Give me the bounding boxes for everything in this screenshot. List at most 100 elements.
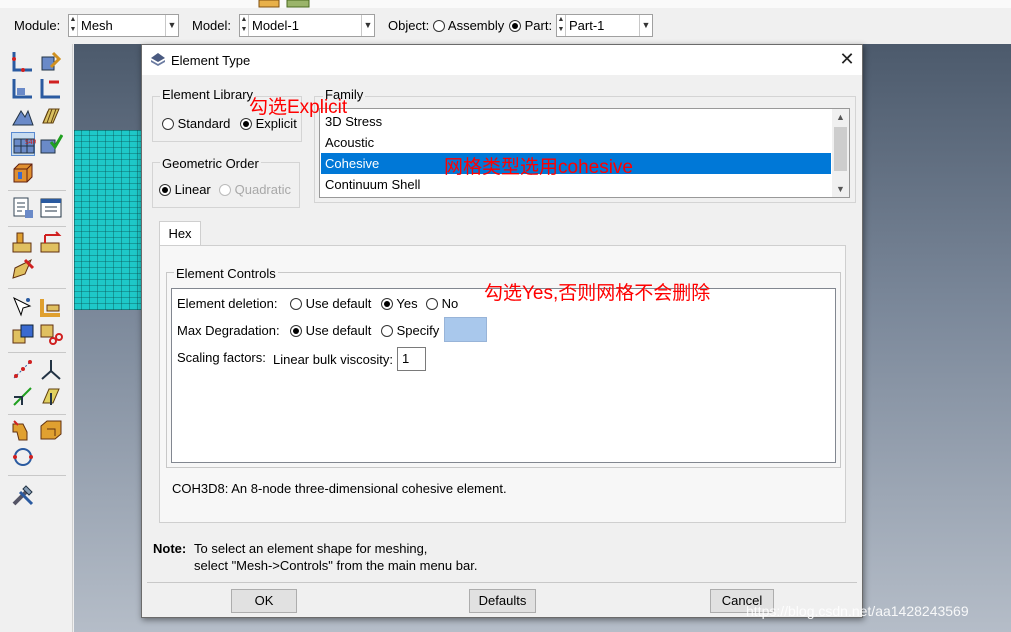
toolbar-icon[interactable]: [258, 0, 280, 8]
edit-mesh-icon[interactable]: [39, 231, 63, 255]
max-degradation-label: Max Degradation:: [177, 323, 280, 338]
mesh-table-icon[interactable]: [39, 196, 63, 220]
combine-faces-icon[interactable]: [39, 418, 63, 442]
create-datum-points-icon[interactable]: [11, 358, 35, 382]
chevron-up-icon[interactable]: ▲: [832, 109, 849, 125]
part-radio[interactable]: [509, 20, 521, 32]
family-item-3d-stress[interactable]: 3D Stress: [321, 111, 831, 132]
context-bar: Module: ▲ ▼ Mesh ▼ Model: ▲ ▼ Model-1 ▼ Ob…: [0, 0, 1011, 44]
assign-element-type-icon[interactable]: S4R: [11, 132, 37, 156]
part-combo[interactable]: ▲ ▼ Part-1 ▼: [556, 14, 653, 37]
part-value: Part-1: [569, 18, 605, 33]
chevron-down-icon[interactable]: ▼: [361, 15, 374, 36]
seed-edges-icon[interactable]: [39, 49, 63, 73]
deletion-use-default-option[interactable]: Use default: [290, 296, 371, 311]
linear-radio[interactable]: [159, 184, 171, 196]
spin-arrows-icon[interactable]: ▲ ▼: [557, 15, 566, 36]
assembly-label: Assembly: [447, 18, 505, 33]
deletion-use-default-radio[interactable]: [290, 298, 302, 310]
part-label: Part:: [524, 18, 553, 33]
deletion-no-option[interactable]: No: [426, 296, 458, 311]
deletion-use-default-label: Use default: [305, 296, 372, 311]
assign-mesh-controls-icon[interactable]: [11, 105, 35, 129]
chevron-down-icon[interactable]: ▼: [832, 181, 849, 197]
offset-mesh-icon[interactable]: [39, 295, 63, 319]
degradation-specify-option[interactable]: Specify: [381, 323, 439, 338]
family-item-acoustic[interactable]: Acoustic: [321, 132, 831, 153]
delete-seeds-icon[interactable]: [39, 76, 63, 100]
close-icon[interactable]: ✕: [832, 45, 862, 75]
adjust-mesh-icon[interactable]: [11, 258, 35, 282]
annotation-cohesive: 网格类型选用cohesive: [444, 157, 633, 178]
create-datum-csys-icon[interactable]: [39, 358, 63, 382]
standard-radio[interactable]: [162, 118, 174, 130]
note-label: Note:: [153, 541, 187, 556]
element-library-label: Element Library: [160, 87, 256, 102]
annotation-yes: 勾选Yes,否则网格不会删除: [484, 283, 711, 304]
scaling-factors-label: Scaling factors:: [177, 350, 266, 365]
toolbox-divider: [8, 226, 66, 227]
select-mesh-icon[interactable]: [11, 295, 35, 319]
module-value: Mesh: [81, 18, 113, 33]
chevron-down-icon[interactable]: ▼: [639, 15, 652, 36]
mesh-part-icon[interactable]: [39, 105, 63, 129]
assembly-radio-option[interactable]: Assembly: [433, 18, 504, 33]
cut-mesh-icon[interactable]: [39, 322, 63, 346]
model-combo[interactable]: ▲ ▼ Model-1 ▼: [239, 14, 375, 37]
create-mesh-part-icon[interactable]: [11, 231, 35, 255]
module-label: Module:: [14, 18, 61, 33]
create-datum-plane-icon[interactable]: [39, 385, 63, 409]
dialog-title: Element Type: [171, 53, 251, 68]
mesh-toolbox: S4R: [0, 44, 73, 632]
partition-cell-icon[interactable]: [11, 161, 35, 185]
bulk-viscosity-input[interactable]: 1: [397, 347, 426, 371]
toolbar-icon[interactable]: [286, 0, 310, 8]
degradation-specify-radio[interactable]: [381, 325, 393, 337]
bulk-viscosity-label: Linear bulk viscosity:: [273, 352, 393, 367]
virtual-topology-icon[interactable]: [11, 418, 35, 442]
degradation-use-default-option[interactable]: Use default: [290, 323, 371, 338]
toolbar-strip: [0, 0, 1011, 8]
ok-button[interactable]: OK: [231, 589, 297, 613]
spin-arrows-icon[interactable]: ▲ ▼: [240, 15, 249, 36]
chevron-down-icon[interactable]: ▼: [165, 15, 178, 36]
dialog-titlebar[interactable]: Element Type ✕: [142, 45, 862, 75]
toolbox-divider: [8, 352, 66, 353]
deletion-yes-option[interactable]: Yes: [381, 296, 418, 311]
dialog-divider: [147, 582, 857, 583]
create-datum-axis-icon[interactable]: [11, 385, 35, 409]
annotation-explicit: 勾选Explicit: [249, 97, 348, 118]
deletion-no-radio[interactable]: [426, 298, 438, 310]
assembly-radio[interactable]: [433, 20, 445, 32]
module-combo[interactable]: ▲ ▼ Mesh ▼: [68, 14, 179, 37]
max-degradation-input[interactable]: [444, 317, 487, 342]
scrollbar-thumb[interactable]: [834, 127, 847, 171]
verify-mesh-icon[interactable]: [39, 132, 64, 156]
merge-mesh-icon[interactable]: [11, 322, 35, 346]
part-radio-option[interactable]: Part:: [509, 18, 552, 33]
tools-icon[interactable]: [11, 483, 35, 507]
toolbox-divider: [8, 190, 66, 191]
watermark: https://blog.csdn.net/aa1428243569: [746, 603, 969, 619]
explicit-radio[interactable]: [240, 118, 252, 130]
toolbox-divider: [8, 288, 66, 289]
defaults-button[interactable]: Defaults: [469, 589, 536, 613]
deletion-yes-radio[interactable]: [381, 298, 393, 310]
dialog-app-icon: [151, 53, 165, 66]
element-controls-panel: [171, 288, 836, 463]
spin-arrows-icon[interactable]: ▲ ▼: [69, 15, 78, 36]
repair-geometry-icon[interactable]: [11, 445, 35, 469]
seed-part-icon[interactable]: [11, 49, 35, 73]
tab-hex[interactable]: Hex: [159, 221, 201, 246]
seed-edge-by-number-icon[interactable]: [11, 76, 35, 100]
quadratic-label: Quadratic: [234, 182, 291, 197]
linear-option[interactable]: Linear: [159, 182, 211, 197]
toolbox-divider: [8, 414, 66, 415]
degradation-use-default-radio[interactable]: [290, 325, 302, 337]
query-mesh-icon[interactable]: [11, 196, 35, 220]
standard-option[interactable]: Standard: [162, 116, 230, 131]
deletion-yes-label: Yes: [396, 296, 418, 311]
toolbox-divider: [8, 475, 66, 476]
linear-label: Linear: [174, 182, 211, 197]
family-scrollbar[interactable]: ▲ ▼: [832, 109, 849, 197]
